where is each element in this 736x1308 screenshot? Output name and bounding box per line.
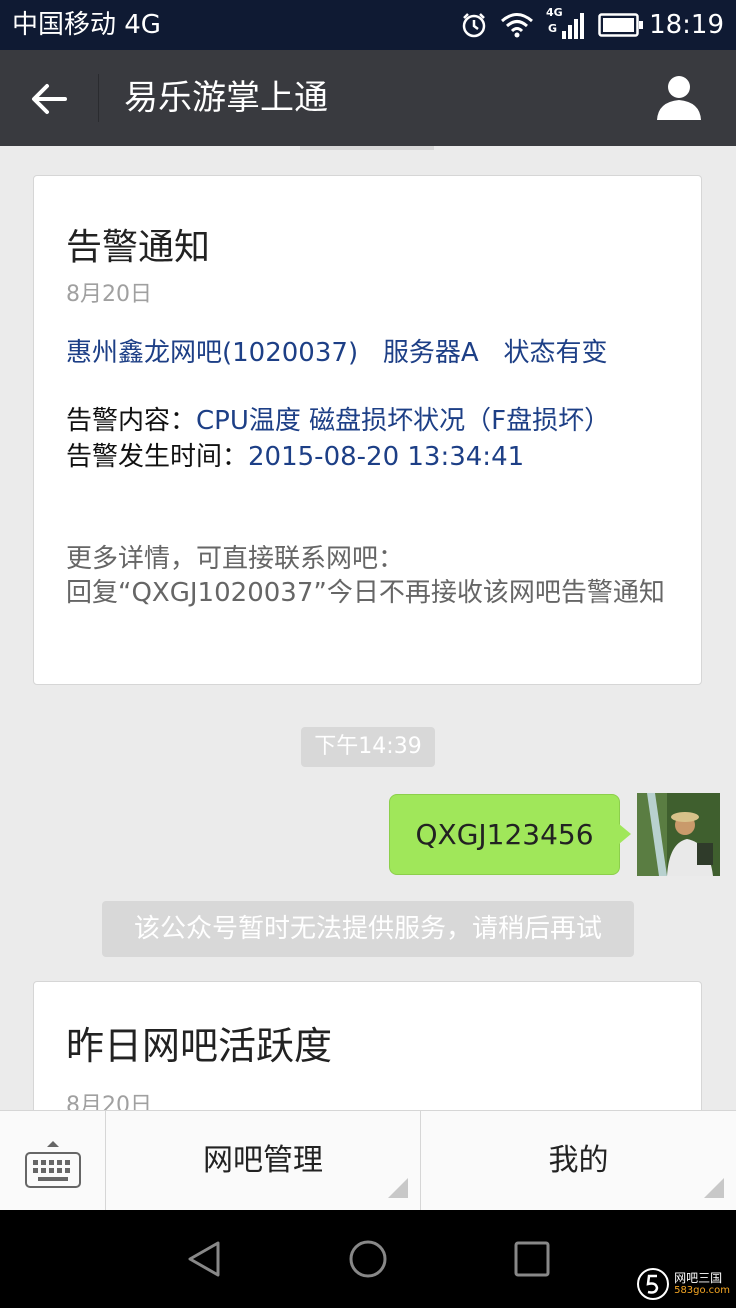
back-arrow-icon[interactable] [24, 74, 74, 124]
nav-home-icon[interactable] [348, 1239, 388, 1279]
watermark: 网吧三国 583go.com [636, 1266, 730, 1302]
menu-item-mine[interactable]: 我的 [421, 1111, 736, 1210]
alert-more-info: 更多详情，可直接联系网吧： 回复“QXGJ1020037”今日不再接收该网吧告警… [66, 544, 665, 608]
carrier-label: 中国移动 4G [12, 10, 161, 40]
system-notice: 该公众号暂时无法提供服务，请稍后再试 [102, 901, 634, 957]
clock: 18:19 [649, 10, 724, 40]
activity-card-title: 昨日网吧活跃度 [66, 1024, 333, 1068]
menu-item-label: 我的 [548, 1143, 609, 1178]
alert-time-row: 告警发生时间：2015-08-20 13:34:41 [66, 440, 524, 474]
activity-card-date: 8月20日 [66, 1093, 152, 1110]
watermark-logo-icon [637, 1268, 670, 1300]
signal-icon: 4G G [546, 7, 586, 41]
keyboard-icon [25, 1141, 81, 1188]
alert-time-value: 2015-08-20 13:34:41 [248, 442, 525, 472]
alert-card-date: 8月20日 [66, 282, 152, 307]
system-nav-bar: 网吧三国 583go.com [0, 1210, 736, 1308]
keyboard-toggle-button[interactable] [0, 1111, 106, 1210]
submenu-indicator-icon [704, 1178, 724, 1198]
alert-notification-card[interactable]: 告警通知 8月20日 惠州鑫龙网吧(1020037) 服务器A 状态有变 告警内… [33, 175, 702, 685]
chat-area[interactable]: 告警通知 8月20日 惠州鑫龙网吧(1020037) 服务器A 状态有变 告警内… [0, 146, 736, 1110]
avatar[interactable] [637, 793, 720, 876]
nav-recents-icon[interactable] [512, 1239, 552, 1279]
alert-headline: 惠州鑫龙网吧(1020037) 服务器A 状态有变 [66, 338, 608, 368]
watermark-site: 583go.com [674, 1285, 730, 1296]
alarm-icon [460, 11, 488, 39]
menu-item-netcafe-management[interactable]: 网吧管理 [106, 1111, 421, 1210]
activity-card[interactable]: 昨日网吧活跃度 8月20日 [33, 981, 702, 1110]
page-title: 易乐游掌上通 [124, 78, 328, 118]
watermark-name: 网吧三国 [674, 1271, 723, 1285]
bubble-tail [619, 824, 631, 844]
status-bar: 中国移动 4G 4G G 18:19 [0, 0, 736, 50]
header-divider [98, 74, 99, 122]
sent-message-bubble[interactable]: QXGJ123456 [389, 794, 620, 875]
user-icon[interactable] [654, 72, 704, 122]
alert-time-label: 告警发生时间： [66, 442, 249, 472]
alert-content-value: CPU温度 磁盘损坏状况（F盘损坏） [196, 406, 611, 436]
alert-content-label: 告警内容： [66, 406, 197, 436]
message-timestamp: 下午14:39 [301, 727, 435, 767]
alert-content-row: 告警内容：CPU温度 磁盘损坏状况（F盘损坏） [66, 404, 610, 438]
previous-timestamp-stub [300, 146, 434, 150]
submenu-indicator-icon [388, 1178, 408, 1198]
nav-back-icon[interactable] [184, 1239, 224, 1279]
wifi-icon [500, 12, 534, 38]
status-icons: 4G G [460, 7, 644, 41]
battery-icon [598, 13, 644, 37]
custom-menu-bar: 网吧管理 我的 [0, 1110, 736, 1210]
app-header: 易乐游掌上通 [0, 50, 736, 146]
alert-card-title: 告警通知 [66, 227, 211, 268]
menu-item-label: 网吧管理 [203, 1143, 323, 1178]
